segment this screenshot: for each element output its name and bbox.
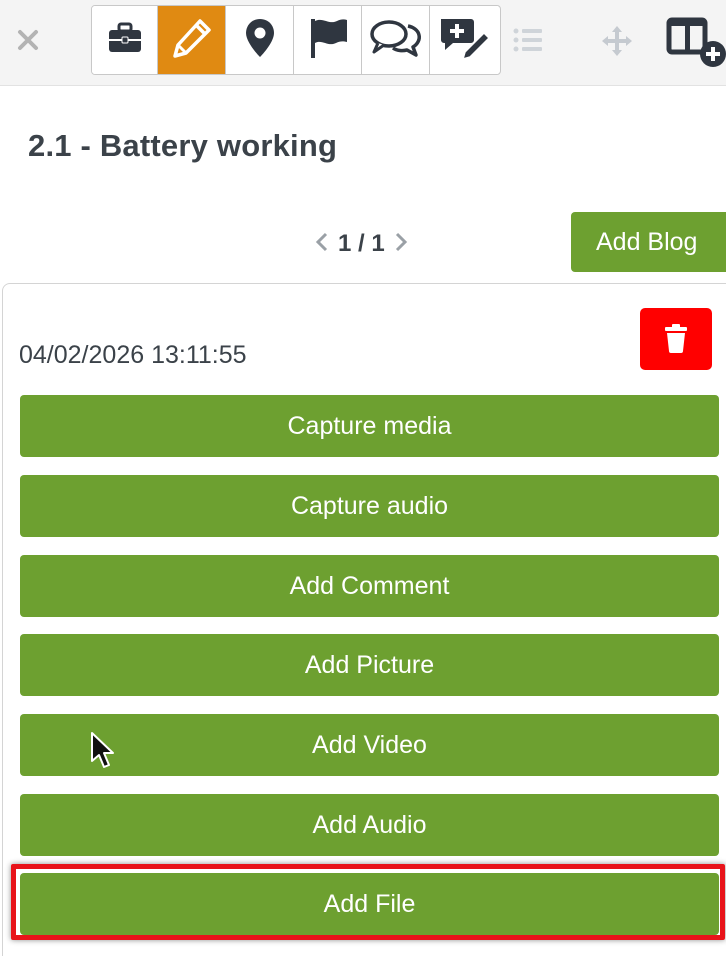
add-blog-button[interactable]: Add Blog bbox=[571, 212, 726, 272]
pencil-tool-button[interactable] bbox=[158, 6, 226, 74]
capture-media-button[interactable]: Capture media bbox=[20, 395, 719, 457]
location-tool-button[interactable] bbox=[226, 6, 294, 74]
list-icon[interactable] bbox=[510, 22, 546, 58]
close-icon[interactable] bbox=[14, 26, 42, 54]
comments-tool-button[interactable] bbox=[362, 6, 430, 74]
trash-icon bbox=[663, 323, 689, 356]
add-column-layout-icon[interactable] bbox=[666, 14, 726, 68]
entry-timestamp: 04/02/2026 13:11:55 bbox=[19, 341, 247, 369]
add-note-tool-button[interactable] bbox=[430, 6, 498, 74]
flag-tool-button[interactable] bbox=[294, 6, 362, 74]
briefcase-tool-button[interactable] bbox=[92, 6, 158, 74]
add-video-button[interactable]: Add Video bbox=[20, 714, 719, 776]
add-file-button[interactable]: Add File bbox=[20, 873, 719, 935]
pencil-icon bbox=[170, 16, 214, 65]
chevron-left-icon[interactable] bbox=[314, 231, 330, 258]
briefcase-icon bbox=[107, 21, 143, 60]
flag-icon bbox=[306, 16, 350, 65]
chevron-right-icon[interactable] bbox=[393, 231, 409, 258]
page-title: 2.1 - Battery working bbox=[28, 128, 338, 163]
tool-button-group bbox=[91, 5, 501, 75]
add-audio-button[interactable]: Add Audio bbox=[20, 794, 719, 856]
top-toolbar bbox=[0, 0, 726, 86]
pager-text: 1 / 1 bbox=[338, 230, 385, 257]
map-pin-icon bbox=[244, 17, 276, 64]
delete-entry-button[interactable] bbox=[640, 308, 712, 370]
move-icon[interactable] bbox=[600, 24, 634, 58]
add-comment-button[interactable]: Add Comment bbox=[20, 555, 719, 617]
add-note-icon bbox=[437, 15, 491, 66]
add-picture-button[interactable]: Add Picture bbox=[20, 634, 719, 696]
capture-audio-button[interactable]: Capture audio bbox=[20, 475, 719, 537]
comments-icon bbox=[369, 18, 423, 63]
pager: 1 / 1 bbox=[314, 226, 409, 262]
